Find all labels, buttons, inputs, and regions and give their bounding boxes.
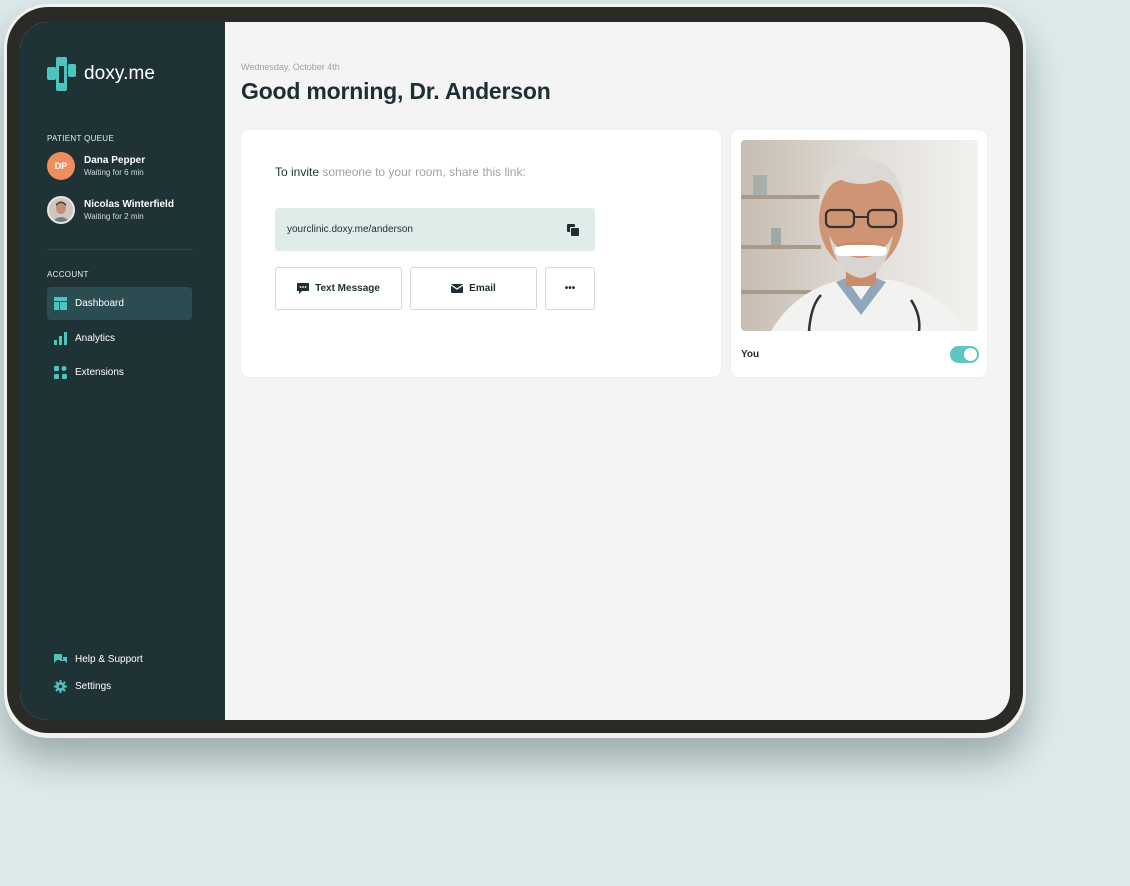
dashboard-icon bbox=[54, 297, 67, 310]
self-view-card: You bbox=[731, 130, 987, 377]
button-label: Text Message bbox=[315, 283, 380, 294]
envelope-icon bbox=[451, 284, 464, 293]
gear-icon bbox=[54, 680, 67, 693]
sidebar-item-label: Analytics bbox=[75, 333, 116, 344]
sidebar-item-settings[interactable]: Settings bbox=[47, 670, 192, 703]
invite-suffix: someone to your room, share this link: bbox=[319, 165, 526, 179]
camera-toggle[interactable] bbox=[950, 346, 979, 363]
wait-time: Waiting for 2 min bbox=[84, 212, 144, 221]
invite-instructions: To invite someone to your room, share th… bbox=[275, 165, 526, 179]
invite-card: To invite someone to your room, share th… bbox=[241, 130, 721, 377]
sidebar-item-label: Extensions bbox=[75, 367, 124, 378]
text-message-button[interactable]: Text Message bbox=[275, 267, 402, 310]
avatar bbox=[47, 196, 75, 224]
more-options-button[interactable]: ••• bbox=[545, 267, 595, 310]
chat-bubbles-icon bbox=[54, 654, 67, 663]
extensions-icon bbox=[54, 366, 67, 379]
email-button[interactable]: Email bbox=[410, 267, 537, 310]
queue-item-dana-pepper[interactable]: DP Dana Pepper Waiting for 6 min bbox=[47, 152, 145, 180]
wait-time: Waiting for 6 min bbox=[84, 168, 144, 177]
account-label: ACCOUNT bbox=[47, 270, 89, 279]
sidebar-item-extensions[interactable]: Extensions bbox=[47, 356, 192, 389]
sidebar-item-label: Settings bbox=[75, 681, 112, 692]
tablet-bezel: doxy.me PATIENT QUEUE DP Dana Pepper Wai… bbox=[7, 7, 1023, 733]
sidebar-item-label: Dashboard bbox=[75, 298, 124, 309]
doxy-logo-icon bbox=[47, 57, 76, 91]
message-icon bbox=[297, 283, 310, 294]
analytics-icon bbox=[54, 332, 67, 345]
sidebar: doxy.me PATIENT QUEUE DP Dana Pepper Wai… bbox=[20, 22, 225, 720]
self-view-label: You bbox=[741, 349, 760, 360]
button-label: Email bbox=[469, 283, 496, 294]
copy-icon[interactable] bbox=[567, 223, 579, 236]
doctor-photo-image bbox=[741, 140, 978, 331]
sidebar-item-dashboard[interactable]: Dashboard bbox=[47, 287, 192, 320]
more-icon: ••• bbox=[564, 283, 576, 294]
patient-name: Nicolas Winterfield bbox=[84, 199, 174, 210]
patient-queue-label: PATIENT QUEUE bbox=[47, 134, 115, 143]
tablet-frame: doxy.me PATIENT QUEUE DP Dana Pepper Wai… bbox=[4, 4, 1026, 738]
room-link: yourclinic.doxy.me/anderson bbox=[287, 224, 413, 235]
sidebar-item-label: Help & Support bbox=[75, 654, 143, 665]
toggle-knob bbox=[964, 348, 977, 361]
self-video-feed bbox=[741, 140, 978, 331]
sidebar-item-analytics[interactable]: Analytics bbox=[47, 322, 192, 355]
sidebar-divider bbox=[47, 249, 193, 250]
app-screen: doxy.me PATIENT QUEUE DP Dana Pepper Wai… bbox=[20, 22, 1010, 720]
invite-prefix: To invite bbox=[275, 165, 320, 179]
queue-item-nicolas-winterfield[interactable]: Nicolas Winterfield Waiting for 2 min bbox=[47, 196, 174, 224]
brand-name: doxy.me bbox=[84, 63, 156, 84]
avatar: DP bbox=[47, 152, 75, 180]
person-photo-icon bbox=[49, 198, 73, 222]
room-link-field[interactable]: yourclinic.doxy.me/anderson bbox=[275, 208, 595, 251]
main-content: Wednesday, October 4th Good morning, Dr.… bbox=[225, 22, 1010, 720]
brand-logo[interactable]: doxy.me bbox=[47, 57, 155, 91]
page-title: Good morning, Dr. Anderson bbox=[241, 78, 551, 104]
patient-name: Dana Pepper bbox=[84, 155, 146, 166]
current-date: Wednesday, October 4th bbox=[241, 62, 340, 72]
